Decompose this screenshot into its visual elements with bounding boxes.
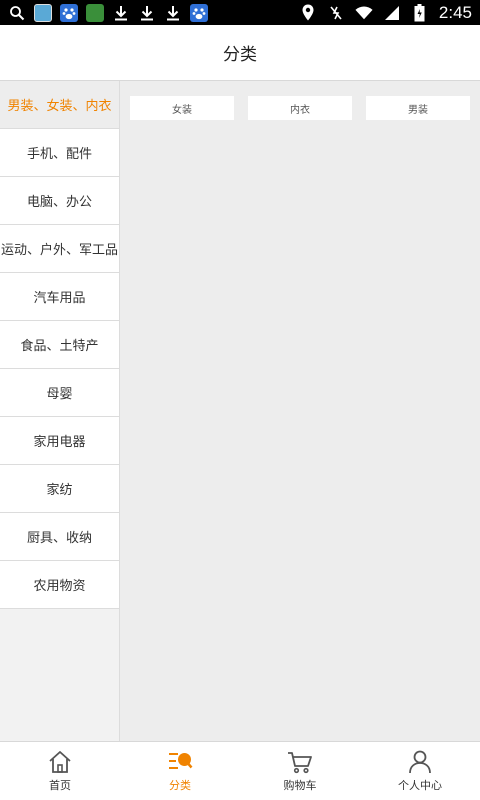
status-time: 2:45 <box>438 2 472 22</box>
status-bar-system: 2:45 <box>299 0 480 25</box>
baidu-icon <box>190 3 208 22</box>
download-icon <box>112 4 130 22</box>
sidebar-item-clothing[interactable]: 男装、女装、内衣 <box>0 81 119 129</box>
subcategory-grid: 女装 内衣 男装 <box>121 81 480 120</box>
sidebar-item-phones[interactable]: 手机、配件 <box>0 129 119 177</box>
sidebar-item-computers[interactable]: 电脑、办公 <box>0 177 119 225</box>
sidebar-item-food[interactable]: 食品、土特产 <box>0 321 119 369</box>
sidebar-item-sports[interactable]: 运动、户外、军工品 <box>0 225 119 273</box>
sidebar-item-textiles[interactable]: 家纺 <box>0 465 119 513</box>
tab-cart[interactable]: 购物车 <box>240 742 360 800</box>
category-sidebar: 男装、女装、内衣 手机、配件 电脑、办公 运动、户外、军工品 汽车用品 食品、土… <box>0 81 120 741</box>
subcategory-underwear[interactable]: 内衣 <box>248 96 352 120</box>
status-bar-notifications <box>0 0 208 25</box>
page-title: 分类 <box>223 45 257 65</box>
tab-category[interactable]: 分类 <box>120 742 240 800</box>
search-icon <box>8 4 26 22</box>
sidebar-item-kitchen[interactable]: 厨具、收纳 <box>0 513 119 561</box>
page-header: 分类 <box>0 25 480 81</box>
baidu-icon <box>60 3 78 22</box>
user-icon <box>407 749 433 775</box>
download-icon <box>138 4 156 22</box>
home-icon <box>47 749 73 775</box>
tab-home[interactable]: 首页 <box>0 742 120 800</box>
tab-category-label: 分类 <box>169 779 191 792</box>
download-icon <box>164 4 182 22</box>
status-bar: 2:45 <box>0 0 480 25</box>
subcategory-mens[interactable]: 男装 <box>366 96 470 120</box>
sidebar-item-baby[interactable]: 母婴 <box>0 369 119 417</box>
wifi-icon <box>355 4 373 22</box>
subcategory-panel: 女装 内衣 男装 <box>121 81 480 741</box>
sidebar-item-appliances[interactable]: 家用电器 <box>0 417 119 465</box>
category-icon <box>167 749 193 775</box>
subcategory-womens[interactable]: 女装 <box>130 96 234 120</box>
app-icon <box>34 3 52 22</box>
tab-profile[interactable]: 个人中心 <box>360 742 480 800</box>
location-icon <box>299 4 317 22</box>
cart-icon <box>287 749 313 775</box>
bottom-tab-bar: 首页 分类 购物车 个人中心 <box>0 741 480 800</box>
sidebar-item-agriculture[interactable]: 农用物资 <box>0 561 119 609</box>
battery-icon <box>411 3 429 22</box>
signal-icon <box>383 4 401 22</box>
sidebar-item-auto[interactable]: 汽车用品 <box>0 273 119 321</box>
tab-home-label: 首页 <box>49 779 71 792</box>
tab-cart-label: 购物车 <box>283 779 317 792</box>
tab-profile-label: 个人中心 <box>398 779 442 792</box>
map-app-icon <box>86 3 104 22</box>
vibrate-off-icon <box>327 4 345 22</box>
